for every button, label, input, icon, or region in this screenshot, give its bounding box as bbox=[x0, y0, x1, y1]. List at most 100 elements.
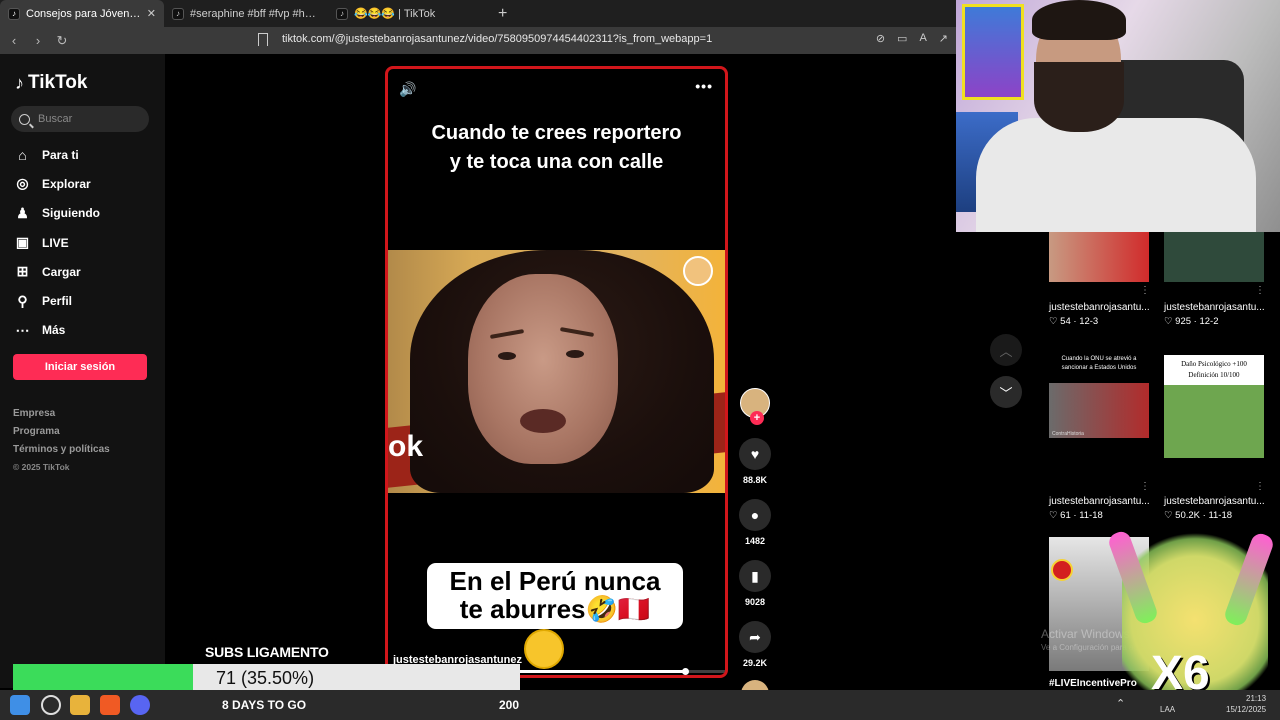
video-thumbnail[interactable]: Cuando la ONU se atrevió a sancionar a E… bbox=[1049, 355, 1149, 458]
laughing-emoji-icon bbox=[524, 629, 564, 669]
streamer-shirt bbox=[976, 118, 1256, 232]
url-field[interactable]: tiktok.com/@justestebanrojasantunez/vide… bbox=[282, 33, 712, 45]
brave-browser-icon[interactable] bbox=[100, 695, 120, 715]
tab-title: #seraphine #bff #fvp #humor #mejo bbox=[190, 7, 320, 20]
streamer-beard bbox=[1034, 62, 1124, 132]
video-caption: Cuando te crees reportero y te toca una … bbox=[388, 119, 725, 177]
sidebar-item-label: Siguiendo bbox=[42, 206, 100, 221]
sidebar-item-explorar[interactable]: ◎ Explorar bbox=[14, 169, 100, 198]
home-icon: ⌂ bbox=[18, 146, 27, 163]
more-icon: ⋯ bbox=[15, 321, 30, 338]
sidebar-item-para-ti[interactable]: ⌂ Para ti bbox=[14, 140, 100, 169]
heart-icon[interactable]: ♥ bbox=[739, 438, 771, 470]
video-meta: ♡ 61 · 11-18 bbox=[1049, 510, 1103, 521]
video-meta: ♡ 925 · 12-2 bbox=[1164, 316, 1219, 327]
video-author[interactable]: justestebanrojasantu... bbox=[1164, 496, 1265, 507]
logo-text: TikTok bbox=[28, 72, 88, 93]
bookmark-icon[interactable] bbox=[258, 33, 268, 46]
sidebar-item-live[interactable]: ▣ LIVE bbox=[14, 228, 100, 257]
sidebar-item-siguiendo[interactable]: ♟ Siguiendo bbox=[14, 199, 100, 228]
sidebar-item-mas[interactable]: ⋯ Más bbox=[14, 316, 100, 345]
volume-icon[interactable]: 🔊 bbox=[399, 81, 416, 98]
footer-link-programa[interactable]: Programa bbox=[13, 426, 110, 444]
heart-outline-icon: ♡ bbox=[1049, 316, 1061, 327]
video-thumbnail[interactable] bbox=[1164, 232, 1264, 282]
reload-icon[interactable]: ↻ bbox=[52, 33, 72, 49]
start-icon[interactable] bbox=[10, 695, 30, 715]
more-options-icon[interactable]: ⋮ bbox=[1255, 285, 1265, 296]
close-tab-icon[interactable]: ✕ bbox=[147, 7, 156, 20]
video-player[interactable]: 🔊 ••• Cuando te crees reportero y te toc… bbox=[385, 66, 728, 678]
clock-time[interactable]: 21:13 bbox=[1246, 694, 1266, 703]
tab-tiktok[interactable]: ♪ 😂😂😂 | TikTok bbox=[328, 0, 492, 27]
sidebar-item-label: Cargar bbox=[42, 264, 81, 279]
bookmark-save-icon[interactable]: ▮ bbox=[739, 560, 771, 592]
share-arrow-icon[interactable]: ➦ bbox=[739, 621, 771, 653]
toolbar-icons: ⊘ ▭ A ↗ bbox=[876, 32, 948, 45]
like-action[interactable]: ♥ 88.8K bbox=[738, 438, 772, 485]
more-options-icon[interactable]: ⋮ bbox=[1140, 481, 1150, 492]
video-author[interactable]: justestebanrojasantu... bbox=[1164, 302, 1265, 313]
action-rail: + ♥ 88.8K ● 1482 ▮ 9028 ➦ 29.2K bbox=[738, 388, 772, 708]
new-tab-icon[interactable]: + bbox=[498, 5, 507, 23]
back-icon[interactable]: ‹ bbox=[4, 33, 24, 48]
previous-video-button[interactable]: ︿ bbox=[990, 334, 1022, 366]
sidebar-item-cargar[interactable]: ⊞ Cargar bbox=[14, 257, 100, 286]
login-button[interactable]: Iniciar sesión bbox=[13, 354, 147, 380]
face bbox=[468, 274, 618, 464]
search-input[interactable] bbox=[38, 113, 138, 125]
caption-line: Cuando te crees reportero bbox=[431, 122, 682, 144]
chevron-up-icon: ︿ bbox=[999, 343, 1013, 359]
more-options-icon[interactable]: ⋮ bbox=[1255, 481, 1265, 492]
tab-seraphine[interactable]: ♪ #seraphine #bff #fvp #humor #mejo bbox=[164, 0, 328, 27]
clock-date[interactable]: 15/12/2025 bbox=[1226, 705, 1266, 714]
heart-outline-icon: ♡ bbox=[1164, 510, 1176, 521]
save-count: 9028 bbox=[744, 597, 766, 607]
follow-plus-icon[interactable]: + bbox=[750, 411, 764, 425]
forward-icon[interactable]: › bbox=[28, 33, 48, 48]
upload-icon: ⊞ bbox=[16, 263, 29, 280]
tray-chevron-icon[interactable]: ⌃ bbox=[1116, 697, 1125, 710]
tab-consejos[interactable]: ♪ Consejos para Jóvenes en Perú ✕ bbox=[0, 0, 164, 27]
heart-outline-icon: ♡ bbox=[1049, 510, 1061, 521]
search-icon[interactable] bbox=[41, 695, 61, 715]
streamer-hair bbox=[1032, 0, 1126, 40]
file-explorer-icon[interactable] bbox=[70, 695, 90, 715]
save-action[interactable]: ▮ 9028 bbox=[738, 560, 772, 607]
video-thumbnail[interactable]: Daño Psicológico +100 Definición 10/100 bbox=[1164, 355, 1264, 458]
sidebar: ♪ TikTok ⌂ Para ti ◎ Explorar ♟ Siguiendo ▣… bbox=[0, 54, 165, 688]
subtitle-line: te aburres🤣🇵🇪 bbox=[459, 594, 651, 624]
subs-goal-label: SUBS LIGAMENTO bbox=[205, 644, 329, 660]
tracking-icon[interactable]: ⊘ bbox=[876, 32, 885, 45]
share-action[interactable]: ➦ 29.2K bbox=[738, 621, 772, 668]
video-thumbnail[interactable] bbox=[1049, 232, 1149, 282]
next-video-button[interactable]: ﹀ bbox=[990, 376, 1022, 408]
comment-icon[interactable]: ● bbox=[739, 499, 771, 531]
progress-handle[interactable] bbox=[681, 668, 689, 675]
sidebar-item-label: LIVE bbox=[42, 235, 69, 250]
reader-icon[interactable]: ▭ bbox=[897, 32, 907, 45]
chevron-down-icon: ﹀ bbox=[999, 385, 1013, 401]
caption-line: y te toca una con calle bbox=[449, 151, 664, 173]
search-box[interactable] bbox=[11, 106, 149, 132]
more-options-icon[interactable]: ••• bbox=[695, 78, 713, 94]
tiktok-logo[interactable]: ♪ TikTok bbox=[15, 72, 87, 94]
language-indicator[interactable]: LAA bbox=[1160, 705, 1175, 714]
like-count: 61 bbox=[1060, 510, 1071, 521]
comment-action[interactable]: ● 1482 bbox=[738, 499, 772, 546]
sidebar-item-label: Explorar bbox=[42, 176, 91, 191]
sidebar-item-perfil[interactable]: ⚲ Perfil bbox=[14, 286, 100, 315]
like-count: 50.2K bbox=[1175, 510, 1200, 521]
share-icon[interactable]: ↗ bbox=[939, 32, 948, 45]
footer-link-terminos[interactable]: Términos y políticas bbox=[13, 444, 110, 462]
discord-icon[interactable] bbox=[130, 695, 150, 715]
video-author[interactable]: justestebanrojasantu... bbox=[1049, 496, 1150, 507]
translate-icon[interactable]: A bbox=[919, 32, 926, 45]
more-options-icon[interactable]: ⋮ bbox=[1140, 285, 1150, 296]
footer-link-empresa[interactable]: Empresa bbox=[13, 408, 110, 426]
author-avatar[interactable]: + bbox=[740, 388, 770, 425]
tab-title: 😂😂😂 | TikTok bbox=[354, 8, 436, 20]
thumbnail-tag: ContraHistoria bbox=[1052, 431, 1084, 437]
subtitle-line: En el Perú nunca bbox=[449, 566, 661, 596]
video-author[interactable]: justestebanrojasantu... bbox=[1049, 302, 1150, 313]
